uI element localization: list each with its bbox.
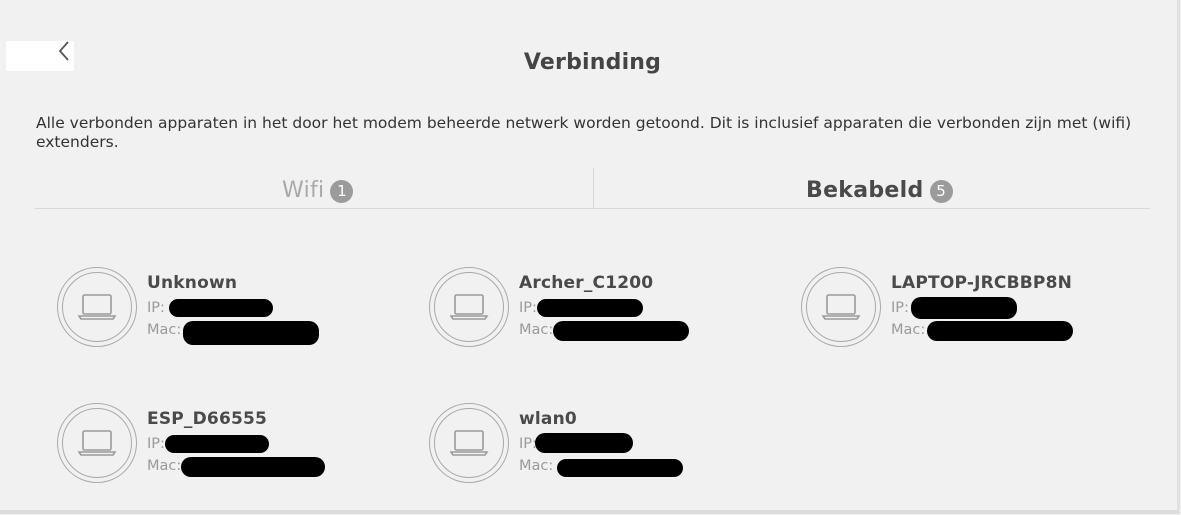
device-avatar xyxy=(57,267,137,347)
page-description: Alle verbonden apparaten in het door het… xyxy=(36,114,1132,151)
redaction-ip xyxy=(535,433,633,453)
tab-bekabeld-label: Bekabeld xyxy=(806,178,924,203)
tab-wifi[interactable]: Wifi 1 xyxy=(282,176,354,206)
device-name: wlan0 xyxy=(519,409,577,429)
device-mac-label: Mac: xyxy=(891,322,926,338)
tab-wifi-count-badge: 1 xyxy=(330,179,354,203)
device-ip-label: IP: xyxy=(519,300,537,316)
redaction-mac xyxy=(553,321,689,341)
redaction-ip xyxy=(537,299,643,317)
device-avatar xyxy=(801,267,881,347)
device-avatar xyxy=(429,267,509,347)
tab-divider xyxy=(593,168,594,208)
redaction-ip xyxy=(165,435,269,453)
laptop-icon xyxy=(77,430,117,456)
device-avatar xyxy=(57,403,137,483)
redaction-mac xyxy=(927,321,1073,341)
device-ip-label: IP: xyxy=(147,436,165,452)
device-mac-label: Mac: xyxy=(147,458,182,474)
device-avatar xyxy=(429,403,509,483)
device-card[interactable]: LAPTOP-JRCBBP8N IP: Mac: xyxy=(801,267,1141,353)
laptop-icon xyxy=(77,294,117,320)
tab-bekabeld-count-badge: 5 xyxy=(929,179,953,203)
device-mac-label: Mac: xyxy=(519,458,554,474)
tab-bekabeld-label-wrap: Bekabeld xyxy=(806,177,924,205)
redaction-mac xyxy=(183,321,319,345)
tab-bekabeld[interactable]: Bekabeld 5 xyxy=(806,176,953,206)
connection-panel: Verbinding Alle verbonden apparaten in h… xyxy=(0,0,1180,514)
page-title: Verbinding xyxy=(523,50,662,75)
device-name: ESP_D66555 xyxy=(147,409,268,429)
device-name: Unknown xyxy=(147,273,238,293)
device-ip-label: IP: xyxy=(891,300,909,316)
redaction-mac xyxy=(181,457,325,477)
tab-bar: Wifi 1 Bekabeld 5 xyxy=(35,168,1150,209)
laptop-icon xyxy=(821,294,861,320)
device-card[interactable]: ESP_D66555 IP: Mac: xyxy=(57,403,397,489)
redaction-mac xyxy=(557,459,683,477)
device-mac-label: Mac: xyxy=(147,322,182,338)
device-name: Archer_C1200 xyxy=(519,273,654,293)
device-card[interactable]: wlan0 IP: Mac: xyxy=(429,403,769,489)
laptop-icon xyxy=(449,294,489,320)
device-card[interactable]: Unknown IP: Mac: xyxy=(57,267,397,353)
redaction-ip xyxy=(169,299,273,317)
device-card[interactable]: Archer_C1200 IP: Mac: xyxy=(429,267,769,353)
laptop-icon xyxy=(449,430,489,456)
device-mac-label: Mac: xyxy=(519,322,554,338)
redaction-ip xyxy=(911,297,1017,319)
device-name: LAPTOP-JRCBBP8N xyxy=(891,273,1073,293)
device-ip-label: IP: xyxy=(147,300,165,316)
tab-wifi-label: Wifi xyxy=(282,178,325,203)
